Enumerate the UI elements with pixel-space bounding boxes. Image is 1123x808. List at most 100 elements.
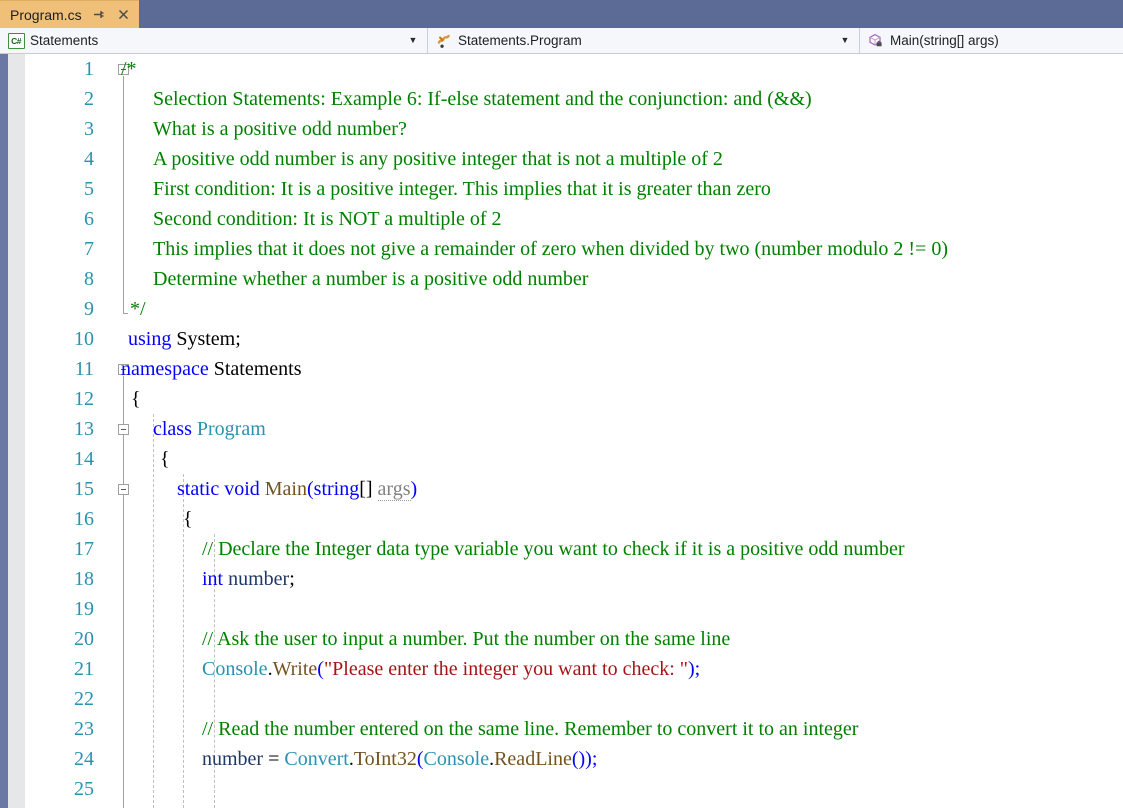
- code-line[interactable]: This implies that it does not give a rem…: [103, 234, 1123, 264]
- line-number: 10: [74, 328, 94, 350]
- token-type: Console: [202, 658, 268, 680]
- close-icon[interactable]: [116, 7, 132, 23]
- token-keyword: using: [128, 328, 172, 350]
- code-line[interactable]: [103, 774, 1123, 804]
- code-line[interactable]: // Declare the Integer data type variabl…: [103, 534, 1123, 564]
- code-text-area[interactable]: /* Selection Statements: Example 6: If-e…: [103, 54, 1123, 808]
- code-line[interactable]: Console.Write("Please enter the integer …: [103, 654, 1123, 684]
- token-method: Main: [259, 478, 307, 500]
- code-line[interactable]: Determine whether a number is a positive…: [103, 264, 1123, 294]
- editor-tab-program-cs[interactable]: Program.cs: [0, 0, 139, 28]
- class-icon: [435, 33, 453, 49]
- line-number: 17: [74, 538, 94, 560]
- token-string: "Please enter the integer you want to ch…: [323, 658, 688, 680]
- code-line[interactable]: // Read the number entered on the same l…: [103, 714, 1123, 744]
- line-number: 22: [74, 688, 94, 710]
- token-method: ReadLine: [494, 748, 572, 770]
- code-line[interactable]: [103, 594, 1123, 624]
- line-number-row: 1: [25, 54, 103, 84]
- token-comment: // Declare the Integer data type variabl…: [202, 538, 905, 560]
- code-line[interactable]: {: [103, 384, 1123, 414]
- token-plain: Statements: [208, 358, 302, 380]
- token-identifier: number: [223, 568, 290, 590]
- code-editor[interactable]: 1 2 3 4 5 6 7 8 9 10 11 12 13 14 15 16 1…: [0, 54, 1123, 808]
- token-comment: */: [130, 298, 146, 320]
- project-dropdown[interactable]: C# Statements ▼: [0, 28, 428, 53]
- code-line[interactable]: {: [103, 504, 1123, 534]
- token-punct: (: [306, 478, 314, 500]
- line-number-row: 20: [25, 624, 103, 654]
- line-number-row: 17: [25, 534, 103, 564]
- token-unused-param: args: [377, 478, 411, 501]
- token-punct: []: [359, 478, 378, 500]
- line-number-row: 22: [25, 684, 103, 714]
- token-comment: // Ask the user to input a number. Put t…: [202, 628, 731, 650]
- token-identifier: number: [202, 748, 264, 770]
- line-number-row: 8: [25, 264, 103, 294]
- token-method: ToInt32: [353, 748, 417, 770]
- token-brace: {: [160, 448, 170, 470]
- token-plain: System;: [171, 328, 241, 350]
- code-line[interactable]: using System;: [103, 324, 1123, 354]
- token-keyword: class: [153, 418, 192, 440]
- line-number-row: 15: [25, 474, 103, 504]
- token-keyword: static void: [177, 478, 260, 500]
- editor-track-margin[interactable]: [8, 54, 25, 808]
- member-dropdown[interactable]: Main(string[] args): [860, 28, 1123, 53]
- line-number: 9: [84, 298, 94, 320]
- line-number: 11: [74, 358, 94, 380]
- code-line[interactable]: [103, 684, 1123, 714]
- member-dropdown-value: Main(string[] args): [890, 33, 999, 48]
- line-number: 13: [74, 418, 94, 440]
- editor-left-strip: [0, 54, 8, 808]
- chevron-down-icon[interactable]: ▼: [405, 36, 427, 45]
- token-method: Write: [272, 658, 318, 680]
- code-line[interactable]: number = Convert.ToInt32(Console.ReadLin…: [103, 744, 1123, 774]
- code-line[interactable]: What is a positive odd number?: [103, 114, 1123, 144]
- line-number: 23: [74, 718, 94, 740]
- csharp-project-icon: C#: [7, 32, 25, 49]
- token-punct: (: [416, 748, 424, 770]
- code-line[interactable]: First condition: It is a positive intege…: [103, 174, 1123, 204]
- code-line[interactable]: class Program: [103, 414, 1123, 444]
- line-number-row: 19: [25, 594, 103, 624]
- line-number: 16: [74, 508, 94, 530]
- code-line[interactable]: A positive odd number is any positive in…: [103, 144, 1123, 174]
- chevron-down-icon[interactable]: ▼: [837, 36, 859, 45]
- code-line[interactable]: Second condition: It is NOT a multiple o…: [103, 204, 1123, 234]
- token-comment: What is a positive odd number?: [153, 118, 407, 140]
- line-number: 21: [74, 658, 94, 680]
- code-line[interactable]: {: [103, 444, 1123, 474]
- line-number-row: 23: [25, 714, 103, 744]
- line-number-row: 10: [25, 324, 103, 354]
- project-dropdown-value: Statements: [30, 33, 99, 48]
- line-number-row: 7: [25, 234, 103, 264]
- code-line[interactable]: /*: [103, 54, 1123, 84]
- token-comment: /*: [121, 58, 137, 80]
- code-line[interactable]: int number;: [103, 564, 1123, 594]
- line-number-row: 12: [25, 384, 103, 414]
- pin-icon[interactable]: [91, 7, 107, 23]
- token-punct: ());: [571, 748, 598, 770]
- code-line[interactable]: // Ask the user to input a number. Put t…: [103, 624, 1123, 654]
- token-brace: {: [131, 388, 141, 410]
- line-number-row: 9: [25, 294, 103, 324]
- code-line[interactable]: Selection Statements: Example 6: If-else…: [103, 84, 1123, 114]
- line-number-gutter: 1 2 3 4 5 6 7 8 9 10 11 12 13 14 15 16 1…: [25, 54, 103, 808]
- line-number: 19: [74, 598, 94, 620]
- token-comment: This implies that it does not give a rem…: [153, 238, 948, 260]
- code-line[interactable]: namespace Statements: [103, 354, 1123, 384]
- code-line[interactable]: */: [103, 294, 1123, 324]
- line-number: 24: [74, 748, 94, 770]
- line-number: 3: [84, 118, 94, 140]
- token-punct: ;: [289, 568, 295, 590]
- token-comment: Selection Statements: Example 6: If-else…: [153, 88, 812, 110]
- line-number: 15: [74, 478, 94, 500]
- code-line[interactable]: static void Main(string[] args): [103, 474, 1123, 504]
- line-number-row: 13: [25, 414, 103, 444]
- type-dropdown[interactable]: Statements.Program ▼: [428, 28, 860, 53]
- token-comment: // Read the number entered on the same l…: [202, 718, 859, 740]
- line-number: 8: [84, 268, 94, 290]
- line-number: 4: [84, 148, 94, 170]
- token-type: Console: [423, 748, 490, 770]
